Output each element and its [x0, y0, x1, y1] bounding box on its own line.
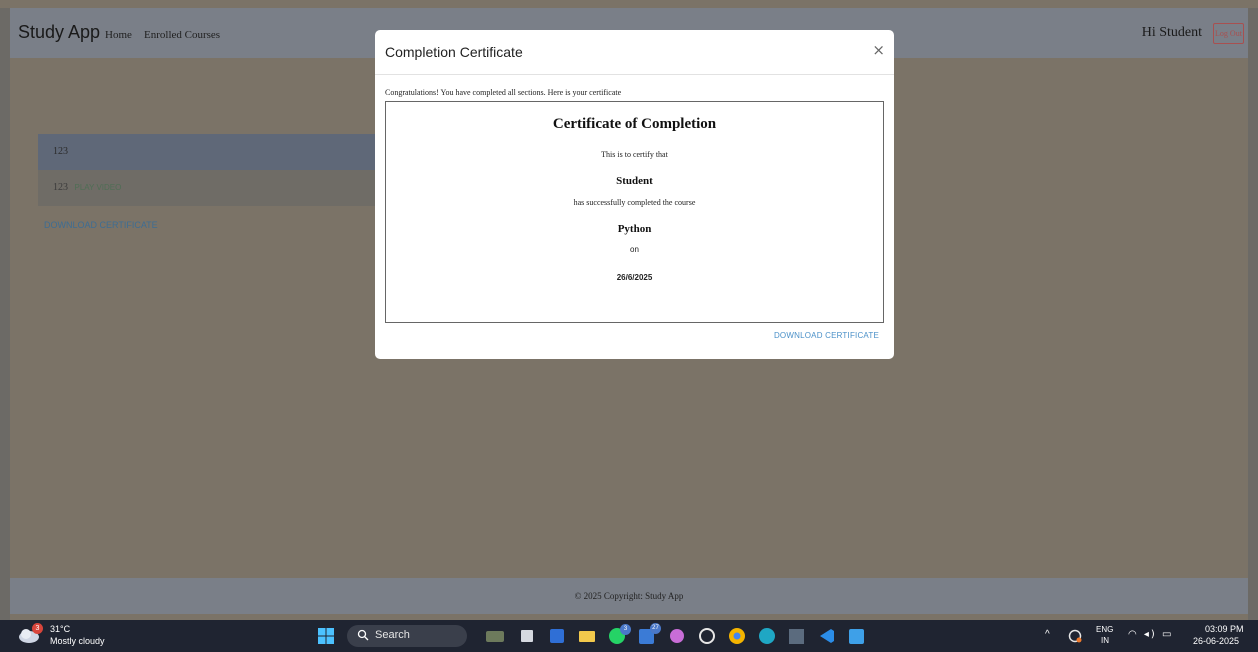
download-certificate-link[interactable]: DOWNLOAD CERTIFICATE: [44, 220, 158, 230]
certify-text: This is to certify that: [601, 150, 668, 159]
modal-title: Completion Certificate: [385, 44, 523, 60]
store-app-icon[interactable]: [546, 626, 568, 646]
edge-icon[interactable]: [756, 626, 778, 646]
search-icon: [357, 629, 369, 641]
nav-link-enrolled-courses[interactable]: Enrolled Courses: [144, 29, 220, 41]
on-text: on: [630, 245, 639, 254]
certificate: Certificate of Completion This is to cer…: [385, 101, 884, 323]
student-name: Student: [616, 175, 653, 187]
logout-button[interactable]: Log Out: [1213, 23, 1244, 44]
section-item[interactable]: 123: [38, 134, 388, 170]
completed-text: has successfully completed the course: [573, 198, 696, 207]
close-icon[interactable]: ×: [872, 41, 885, 59]
download-certificate-button[interactable]: DOWNLOAD CERTIFICATE: [774, 331, 879, 340]
language-indicator[interactable]: ENG: [1096, 625, 1113, 634]
widgets-app-icon[interactable]: [484, 626, 506, 646]
pycharm-icon[interactable]: [786, 626, 808, 646]
chatgpt-icon[interactable]: [696, 626, 718, 646]
task-view-icon[interactable]: [516, 626, 538, 646]
wifi-volume-battery-icons[interactable]: ◠ ◂) ▭: [1128, 629, 1173, 640]
viewport-frame-left: [0, 8, 10, 620]
chrome-icon[interactable]: [726, 626, 748, 646]
weather-description[interactable]: Mostly cloudy: [50, 636, 105, 646]
weather-badge: 3: [32, 623, 43, 634]
copilot-icon[interactable]: [666, 626, 688, 646]
chevron-up-icon[interactable]: ^: [1045, 629, 1050, 640]
weather-temperature[interactable]: 31°C: [50, 624, 70, 634]
taskbar: 3 31°C Mostly cloudy Search 3 27 ^ ENG I…: [0, 620, 1258, 652]
brand-logo[interactable]: Study App: [18, 22, 100, 43]
whatsapp-badge: 3: [620, 624, 631, 635]
play-video-button[interactable]: PLAY VIDEO: [75, 183, 122, 192]
footer: © 2025 Copyright: Study App: [10, 578, 1248, 614]
certificate-modal: Completion Certificate × Congratulations…: [375, 30, 894, 359]
viewport-frame-right: [1248, 8, 1258, 620]
section-name: 123: [53, 146, 68, 157]
photos-icon[interactable]: [846, 626, 868, 646]
taskbar-search[interactable]: Search: [347, 625, 467, 647]
completion-date: 26/6/2025: [616, 273, 653, 282]
modal-header: Completion Certificate ×: [375, 30, 894, 75]
sync-icon[interactable]: [1067, 628, 1083, 644]
search-placeholder: Search: [375, 629, 410, 641]
course-name: Python: [617, 223, 652, 235]
language-region[interactable]: IN: [1101, 636, 1109, 645]
user-greeting: Hi Student: [1141, 25, 1202, 40]
nav-link-home[interactable]: Home: [105, 29, 132, 41]
clock-time[interactable]: 03:09 PM: [1205, 624, 1244, 634]
modal-intro-text: Congratulations! You have completed all …: [385, 88, 622, 97]
windows-start-icon[interactable]: [318, 628, 334, 644]
clock-date[interactable]: 26-06-2025: [1193, 636, 1239, 646]
file-explorer-icon[interactable]: [576, 626, 598, 646]
vscode-icon[interactable]: [816, 626, 838, 646]
section-item[interactable]: 123 PLAY VIDEO: [38, 170, 388, 206]
section-name: 123: [53, 182, 68, 193]
linkedin-badge: 27: [650, 623, 661, 634]
copyright-text: © 2025 Copyright: Study App: [574, 591, 684, 601]
certificate-title: Certificate of Completion: [552, 116, 717, 132]
